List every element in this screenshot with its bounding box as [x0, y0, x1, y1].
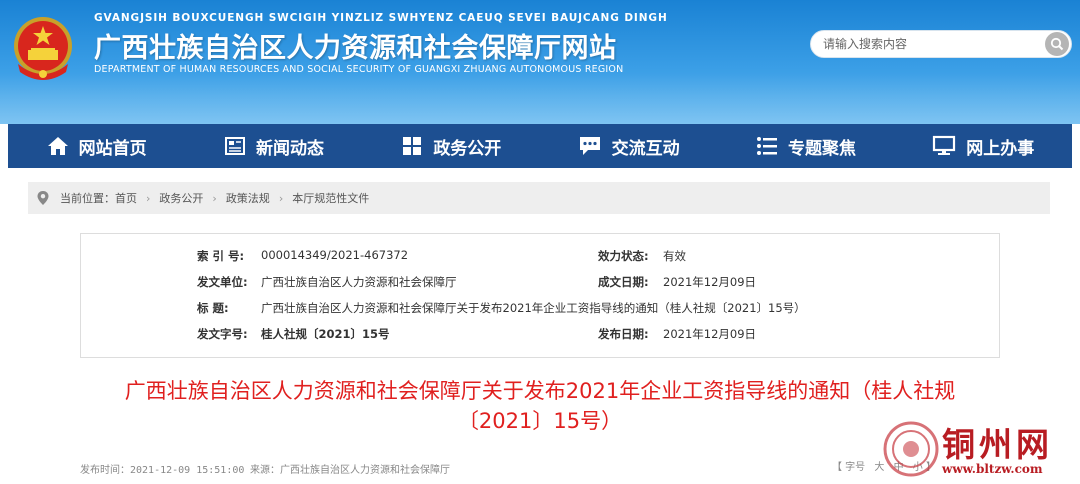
nav-label: 专题聚焦 [787, 138, 856, 159]
watermark-text: 铜州网 [942, 425, 1053, 464]
issuer-value: 广西壮族自治区人力资源和社会保障厅 [261, 275, 457, 289]
header-skyline [0, 74, 1080, 124]
article-title-line-1: 广西壮族自治区人力资源和社会保障厅关于发布2021年企业工资指导线的通知（桂人社… [124, 379, 956, 403]
font-size-label: 【 字号 [832, 462, 866, 473]
info-row: 索 引 号: 000014349/2021-467372 效力状态: 有效 [81, 248, 999, 274]
article-source: 来源：广西壮族自治区人力资源和社会保障厅 [250, 465, 450, 476]
article-title: 广西壮族自治区人力资源和社会保障厅关于发布2021年企业工资指导线的通知（桂人社… [90, 376, 990, 436]
search-box [810, 30, 1072, 58]
home-icon [47, 137, 68, 155]
watermark-seal-icon [883, 421, 939, 477]
nav-item-topics[interactable]: 专题聚焦 [717, 124, 894, 168]
title-label: 标 题: [197, 301, 229, 315]
nav-label: 网站首页 [78, 138, 147, 159]
main-nav: 网站首页 新闻动态 政务公开 交流互动 专题聚焦 网上办事 [8, 124, 1072, 168]
nav-item-gov-affairs[interactable]: 政务公开 [363, 124, 540, 168]
info-row: 发文单位: 广西壮族自治区人力资源和社会保障厅 成文日期: 2021年12月09… [81, 274, 999, 300]
status-label: 效力状态: [598, 249, 649, 263]
breadcrumb: 当前位置： 首页 › 政务公开 › 政策法规 › 本厅规范性文件 [28, 182, 1050, 214]
monitor-icon [933, 135, 956, 155]
doc-number-value: 桂人社规〔2021〕15号 [261, 327, 390, 341]
created-date-value: 2021年12月09日 [663, 275, 757, 289]
index-label: 索 引 号: [197, 249, 245, 263]
status-value: 有效 [663, 249, 686, 263]
nav-item-home[interactable]: 网站首页 [8, 124, 185, 168]
search-input[interactable] [823, 31, 1043, 57]
list-icon [756, 137, 777, 155]
watermark: 铜州网 www.bltzw.com [880, 418, 1080, 484]
publish-time: 发布时间：2021-12-09 15:51:00 [80, 465, 245, 476]
chevron-right-icon: › [146, 191, 151, 205]
chevron-right-icon: › [278, 191, 284, 205]
index-value: 000014349/2021-467372 [261, 248, 409, 262]
breadcrumb-normative-docs[interactable]: 本厅规范性文件 [292, 190, 369, 206]
created-date-label: 成文日期: [598, 275, 649, 289]
breadcrumb-policies[interactable]: 政策法规 [226, 190, 270, 206]
title-value: 广西壮族自治区人力资源和社会保障厅关于发布2021年企业工资指导线的通知（桂人社… [261, 301, 806, 315]
doc-number-label: 发文字号: [197, 327, 248, 341]
nav-label: 网上办事 [966, 138, 1035, 159]
search-icon [1050, 37, 1064, 51]
info-row: 标 题: 广西壮族自治区人力资源和社会保障厅关于发布2021年企业工资指导线的通… [81, 300, 999, 326]
chat-icon [579, 137, 600, 155]
nav-item-news[interactable]: 新闻动态 [185, 124, 362, 168]
nav-item-interaction[interactable]: 交流互动 [540, 124, 717, 168]
issuer-label: 发文单位: [197, 275, 248, 289]
nav-label: 政务公开 [433, 138, 502, 159]
breadcrumb-prefix: 当前位置： [60, 192, 115, 205]
site-pinyin-title: GVANGJSIH BOUXCUENGH SWCIGIH YINZLIZ SWH… [94, 12, 668, 24]
search-button[interactable] [1045, 32, 1069, 56]
document-info-table: 索 引 号: 000014349/2021-467372 效力状态: 有效 发文… [80, 233, 1000, 358]
breadcrumb-gov-affairs[interactable]: 政务公开 [159, 190, 203, 206]
nav-label: 交流互动 [611, 138, 680, 159]
published-date-label: 发布日期: [598, 327, 649, 341]
breadcrumb-home[interactable]: 首页 [115, 190, 137, 206]
watermark-url: www.bltzw.com [942, 462, 1043, 476]
nav-item-online-services[interactable]: 网上办事 [895, 124, 1072, 168]
published-date-value: 2021年12月09日 [663, 327, 757, 341]
location-pin-icon [37, 191, 49, 205]
nav-label: 新闻动态 [255, 138, 324, 159]
article-title-line-2: 〔2021〕15号） [457, 409, 623, 433]
info-row: 发文字号: 桂人社规〔2021〕15号 发布日期: 2021年12月09日 [81, 326, 999, 352]
site-header: GVANGJSIH BOUXCUENGH SWCIGIH YINZLIZ SWH… [0, 0, 1080, 124]
national-emblem-icon [14, 17, 72, 80]
site-title: 广西壮族自治区人力资源和社会保障厅网站 [94, 33, 617, 64]
grid-icon [403, 137, 422, 155]
site-english-title: DEPARTMENT OF HUMAN RESOURCES AND SOCIAL… [94, 64, 624, 75]
chevron-right-icon: › [212, 191, 217, 205]
newspaper-icon [224, 137, 245, 155]
